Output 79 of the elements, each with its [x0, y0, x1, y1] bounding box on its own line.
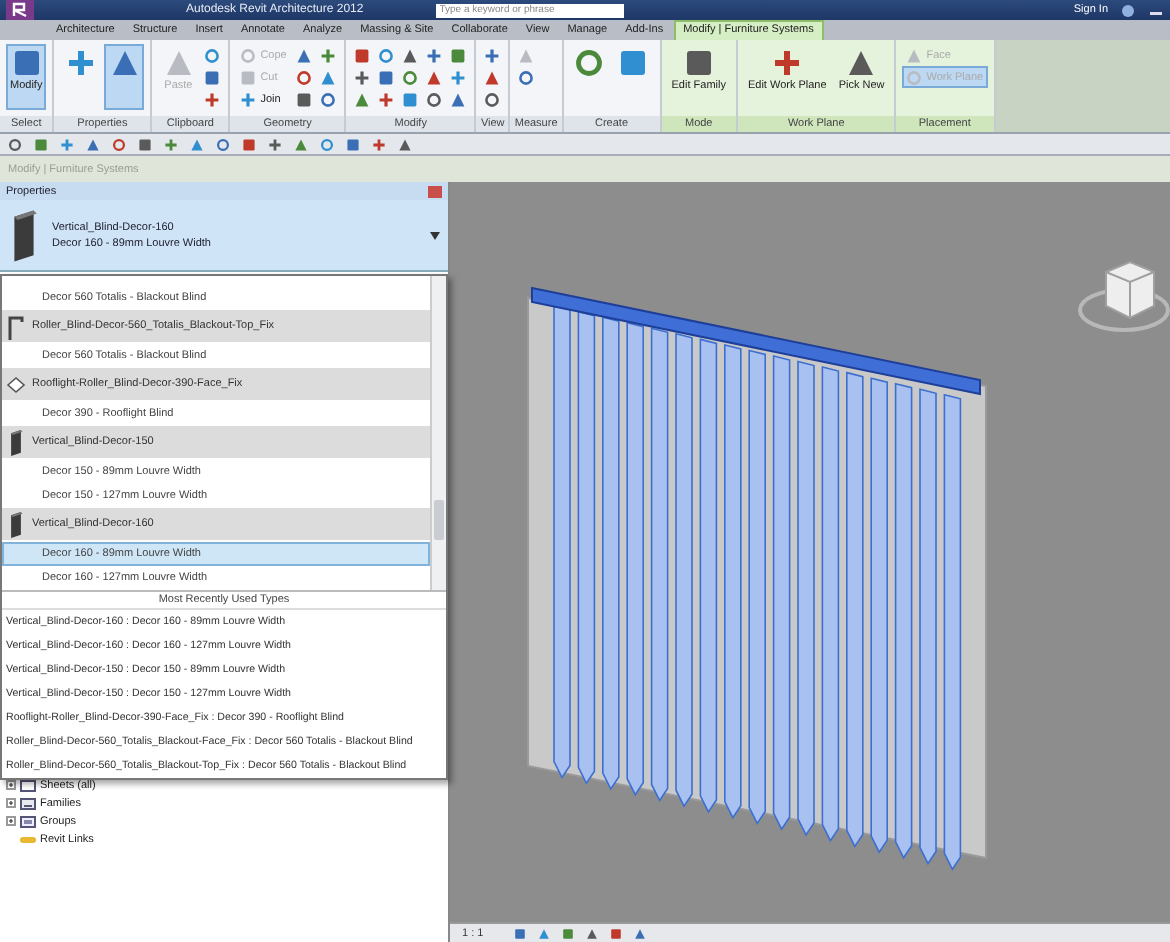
- tool-icon: [618, 48, 649, 78]
- expand-icon[interactable]: [6, 816, 16, 826]
- ribbon-icon-button[interactable]: [448, 66, 469, 88]
- caret-icon: [430, 231, 440, 239]
- ribbon-icon-button[interactable]: [104, 44, 145, 110]
- ribbon-icon-button[interactable]: [376, 88, 397, 110]
- tool-icon: [164, 137, 178, 151]
- slab-icon: [6, 511, 26, 537]
- ribbon-icon-button[interactable]: [482, 44, 503, 66]
- tool-icon: [354, 69, 371, 85]
- ribbon-icon-button[interactable]: [424, 44, 445, 66]
- tool-icon: [426, 47, 443, 63]
- toolbar-icon-button[interactable]: [6, 135, 24, 153]
- ribbon-icon-button[interactable]: [400, 66, 421, 88]
- toolbar-icon-button[interactable]: [344, 135, 362, 153]
- tool-icon: [450, 69, 467, 85]
- view-control-icon-button[interactable]: [583, 925, 600, 941]
- group-icon: [20, 815, 36, 827]
- view-control-icon-button[interactable]: [559, 925, 576, 941]
- expand-icon[interactable]: [6, 798, 16, 808]
- scrollbar[interactable]: [430, 276, 446, 590]
- close-button[interactable]: [428, 185, 442, 197]
- ribbon-icon-button[interactable]: [352, 66, 373, 88]
- toolbar-icon-button[interactable]: [188, 135, 206, 153]
- tool-icon: [204, 91, 221, 107]
- expand-icon[interactable]: [6, 780, 16, 790]
- tool-icon: [574, 48, 605, 78]
- toolbar-icon-button[interactable]: [318, 135, 336, 153]
- tool-icon: [60, 137, 74, 151]
- tool-icon: [372, 137, 386, 151]
- toolbar-icon-button[interactable]: [240, 135, 258, 153]
- ribbon-icon-button[interactable]: [318, 88, 339, 110]
- ribbon-icon-button[interactable]: [376, 66, 397, 88]
- toolbar-icon-button[interactable]: [370, 135, 388, 153]
- view-control-icon-button[interactable]: [511, 925, 528, 941]
- tool-icon: [109, 48, 140, 78]
- toolbar-icon-button[interactable]: [396, 135, 414, 153]
- help-icon[interactable]: [1120, 3, 1136, 17]
- tool-icon: [378, 91, 395, 107]
- toolbar-icon-button[interactable]: [214, 135, 232, 153]
- view-control-icon-button[interactable]: [607, 925, 624, 941]
- tool-icon: [11, 48, 42, 78]
- tool-icon: [683, 48, 714, 78]
- tool-icon: [484, 47, 501, 63]
- ribbon-icon-button[interactable]: [202, 88, 223, 110]
- link-icon: [20, 833, 36, 845]
- ribbon-icon-button[interactable]: [294, 88, 315, 110]
- family-icon: [20, 797, 36, 809]
- ribbon-icon-button[interactable]: [202, 66, 223, 88]
- tool-icon: [240, 91, 257, 107]
- ribbon-icon-button[interactable]: [202, 44, 223, 66]
- view-cube-icon: [1078, 260, 1170, 332]
- ribbon-icon-button[interactable]: [400, 88, 421, 110]
- ribbon-icon-button[interactable]: [448, 44, 469, 66]
- toolbar-icon-button[interactable]: [136, 135, 154, 153]
- ribbon-icon-button[interactable]: [294, 66, 315, 88]
- ribbon-icon-button[interactable]: [318, 44, 339, 66]
- ribbon-icon-button[interactable]: [376, 44, 397, 66]
- bracket-icon: [6, 313, 26, 339]
- toolbar-icon-button[interactable]: [32, 135, 50, 153]
- slab-icon: [8, 207, 40, 263]
- toolbar-icon-button[interactable]: [292, 135, 310, 153]
- tool-icon: [268, 137, 282, 151]
- tool-icon: [772, 48, 803, 78]
- toolbar-icon-button[interactable]: [58, 135, 76, 153]
- tool-icon: [846, 48, 877, 78]
- tool-icon: [320, 47, 337, 63]
- ribbon-icon-button[interactable]: [424, 88, 445, 110]
- toolbar-icon-button[interactable]: [84, 135, 102, 153]
- ribbon-icon-button[interactable]: [482, 88, 503, 110]
- tool-icon: [65, 48, 96, 78]
- tool-icon: [163, 48, 194, 78]
- view-control-icon-button[interactable]: [631, 925, 648, 941]
- ribbon-icon-button[interactable]: [352, 44, 373, 66]
- toolbar-icon-button[interactable]: [266, 135, 284, 153]
- toolbar-icon-button[interactable]: [162, 135, 180, 153]
- view-control-icon-button[interactable]: [535, 925, 552, 941]
- slab-icon: [6, 429, 26, 455]
- toolbar-icon-button[interactable]: [110, 135, 128, 153]
